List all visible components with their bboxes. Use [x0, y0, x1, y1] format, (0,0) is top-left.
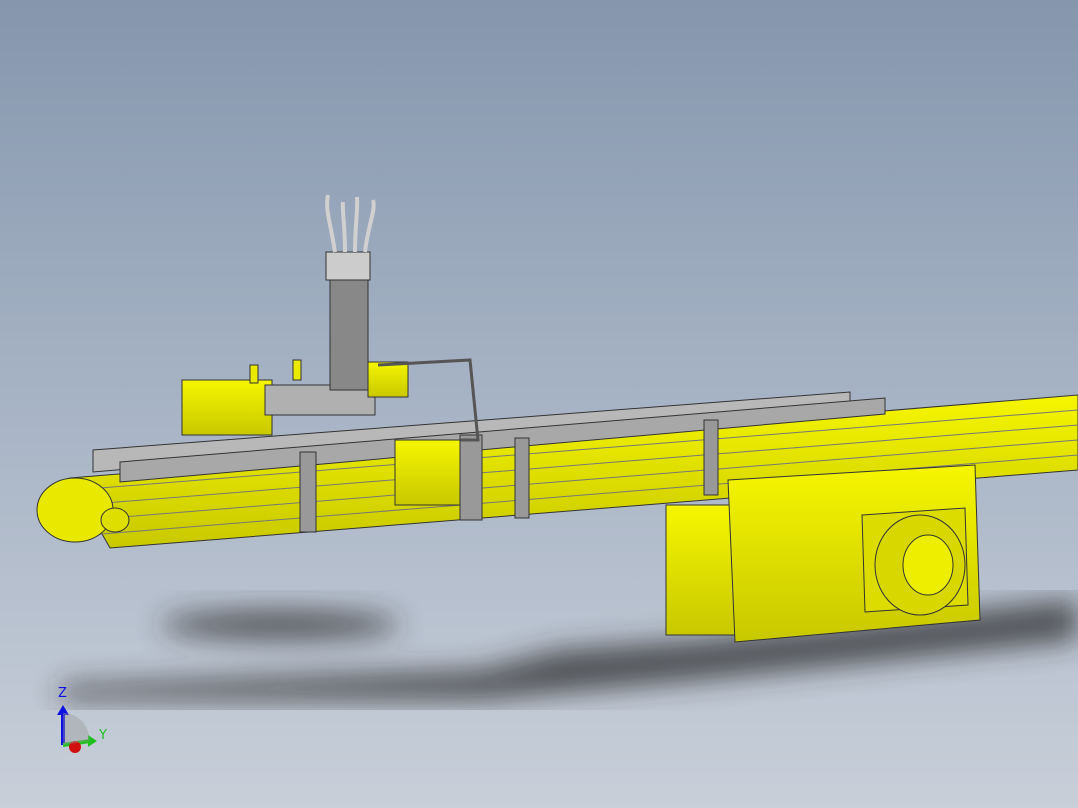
cad-viewport[interactable]: [0, 0, 1078, 808]
y-axis-label: Y: [99, 728, 107, 743]
axis-triad[interactable]: [57, 705, 97, 753]
z-axis-label: Z: [58, 686, 67, 701]
